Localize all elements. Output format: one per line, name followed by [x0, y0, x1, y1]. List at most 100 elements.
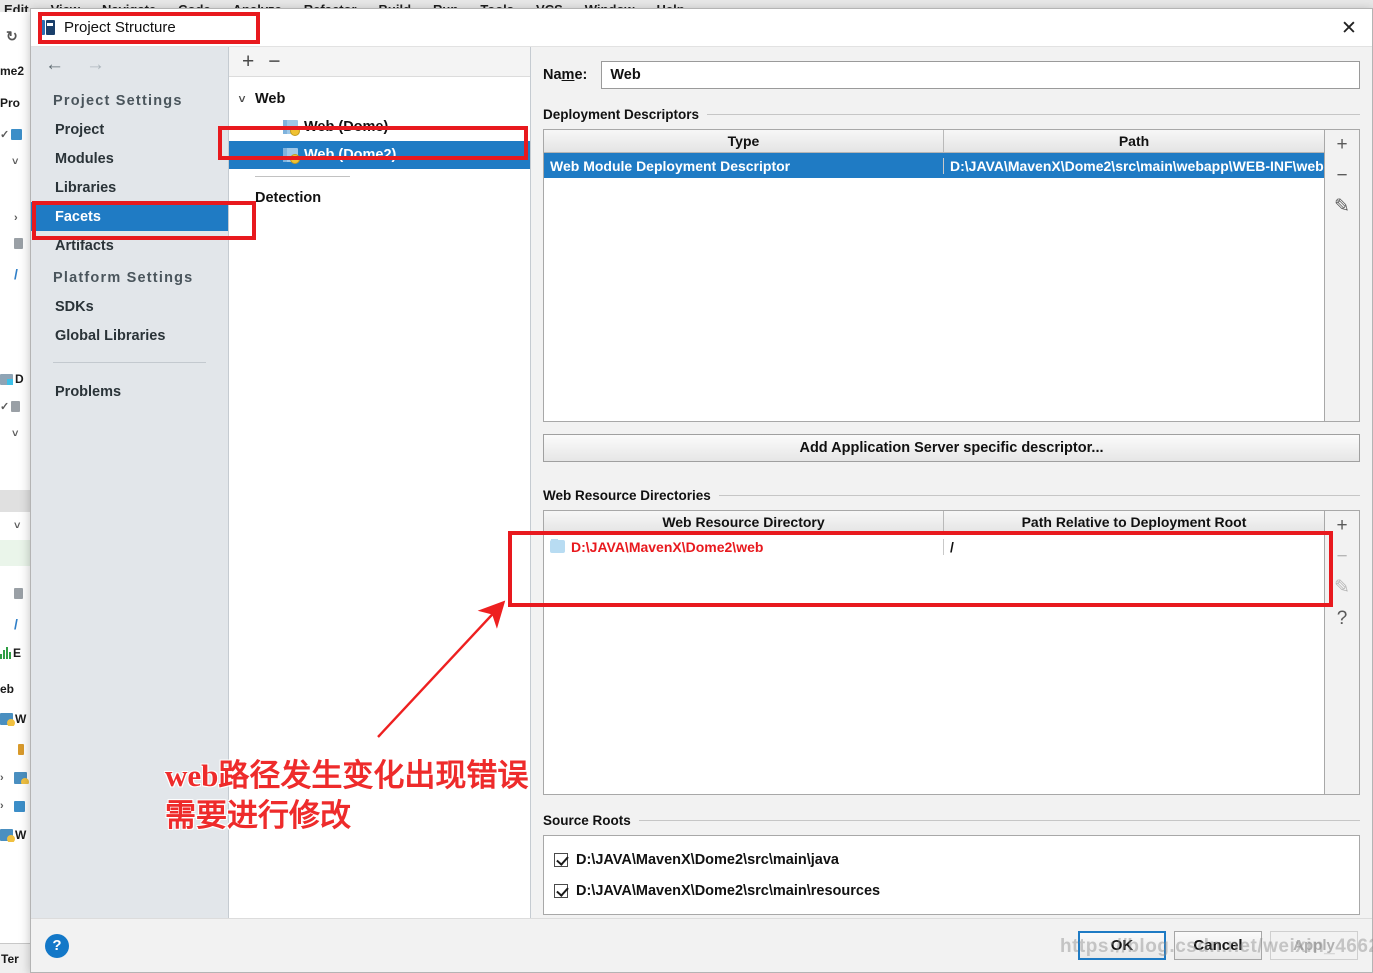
add-icon[interactable]: +	[1336, 135, 1347, 154]
table-header: Type Path	[544, 130, 1324, 153]
sidebar-group-platform-settings: Platform Settings	[53, 270, 194, 286]
ide-tree-row-2[interactable]: ˅	[0, 156, 31, 168]
sidebar-group-project-settings: Project Settings	[53, 93, 183, 109]
ide-tree-row-7[interactable]: ˅	[0, 428, 31, 440]
checkbox-checked-icon[interactable]	[554, 852, 568, 867]
tree-node-label: Web (Dome)	[304, 119, 389, 135]
sidebar-item-facets[interactable]: Facets	[31, 202, 228, 231]
web-resources-table-wrap: Web Resource Directory Path Relative to …	[543, 510, 1360, 795]
dialog-body: ← → Project Settings Project Modules Lib…	[31, 47, 1372, 918]
ok-button[interactable]: OK	[1078, 931, 1166, 960]
chevron-down-icon[interactable]: ˅	[229, 92, 255, 106]
cancel-button[interactable]: Cancel	[1174, 931, 1262, 960]
sidebar-item-sdks[interactable]: SDKs	[31, 292, 228, 321]
project-structure-dialog: Project Structure ✕ ← → Project Settings…	[30, 8, 1373, 973]
edit-pencil-icon[interactable]: ✎	[1334, 578, 1350, 597]
table-row[interactable]: D:\JAVA\MavenX\Dome2\web /	[544, 534, 1324, 559]
ide-project-name-row: me2	[0, 64, 25, 78]
ide-terminal-tab[interactable]: Ter	[0, 943, 31, 973]
help-icon[interactable]: ?	[1337, 609, 1348, 628]
column-header-path-relative[interactable]: Path Relative to Deployment Root	[944, 511, 1324, 533]
add-app-server-descriptor-button[interactable]: Add Application Server specific descript…	[543, 434, 1360, 462]
web-resources-table[interactable]: Web Resource Directory Path Relative to …	[543, 510, 1325, 795]
ide-tree-row-6[interactable]: ✓	[0, 400, 31, 413]
facets-tree-list: ˅ Web Web (Dome) Web (Dome2) Detection	[229, 77, 530, 918]
ide-tree-row-9[interactable]	[0, 588, 31, 599]
sidebar-nav-arrows: ← →	[31, 47, 228, 83]
chart-bars-icon	[0, 647, 11, 659]
ide-tree-row-1[interactable]: ✓	[0, 128, 31, 141]
source-root-label: D:\JAVA\MavenX\Dome2\src\main\java	[576, 851, 839, 868]
dialog-titlebar: Project Structure ✕	[31, 9, 1372, 47]
sidebar-item-artifacts[interactable]: Artifacts	[31, 231, 228, 260]
source-root-item-resources[interactable]: D:\JAVA\MavenX\Dome2\src\main\resources	[554, 875, 1349, 906]
arrow-right-icon[interactable]: →	[86, 54, 105, 76]
cell-path: D:\JAVA\MavenX\Dome2\src\main\webapp\WEB…	[950, 157, 1324, 174]
tree-node-label: Web	[255, 91, 286, 107]
sidebar-divider	[53, 362, 206, 363]
close-icon[interactable]: ✕	[1326, 9, 1372, 47]
cell-web-resource-directory: D:\JAVA\MavenX\Dome2\web	[544, 538, 944, 555]
sidebar-item-modules[interactable]: Modules	[31, 144, 228, 173]
cell-type: Web Module Deployment Descriptor	[544, 157, 944, 174]
module-icon	[0, 713, 15, 726]
sidebar-item-libraries[interactable]: Libraries	[31, 173, 228, 202]
column-header-web-resource-directory[interactable]: Web Resource Directory	[544, 511, 944, 533]
deployment-side-toolbar: + − ✎	[1325, 129, 1360, 422]
apply-button[interactable]: Apply	[1270, 931, 1358, 960]
cell-relative-path: /	[950, 538, 954, 555]
intellij-logo-icon	[39, 19, 56, 36]
ide-tree-row-8[interactable]: ˅	[0, 520, 31, 532]
tree-node-web-dome2[interactable]: Web (Dome2)	[229, 141, 530, 169]
column-header-path[interactable]: Path	[944, 130, 1324, 152]
facet-name-input[interactable]	[601, 61, 1360, 89]
deployment-descriptors-title: Deployment Descriptors	[543, 107, 1360, 122]
edit-pencil-icon[interactable]: ✎	[1334, 197, 1350, 216]
checkbox-checked-icon[interactable]	[554, 883, 568, 898]
add-facet-icon[interactable]: +	[242, 51, 254, 72]
ide-tree-header-row: Pro	[0, 96, 21, 110]
tree-node-web-group[interactable]: ˅ Web	[229, 85, 530, 113]
menu-item-edit[interactable]: Edit	[4, 2, 29, 12]
table-header: Web Resource Directory Path Relative to …	[544, 511, 1324, 534]
ide-tree-row-3[interactable]: ›	[0, 212, 31, 224]
remove-facet-icon[interactable]: −	[268, 51, 280, 72]
source-roots-title: Source Roots	[543, 813, 1360, 828]
source-roots-box: D:\JAVA\MavenX\Dome2\src\main\java D:\JA…	[543, 835, 1360, 915]
remove-icon[interactable]: −	[1336, 166, 1347, 185]
tree-node-web-dome[interactable]: Web (Dome)	[229, 113, 530, 141]
ide-project-tool-window[interactable]: ↻ me2 Pro ✓ ˅ › / D ✓ ˅ ˅ / E eb W › › W…	[0, 20, 32, 973]
sidebar-item-problems[interactable]: Problems	[31, 377, 228, 406]
source-root-item-java[interactable]: D:\JAVA\MavenX\Dome2\src\main\java	[554, 844, 1349, 875]
ide-tree-row-folder[interactable]: D	[0, 372, 31, 386]
arrow-left-icon[interactable]: ←	[45, 54, 64, 76]
ide-module-child-3[interactable]: ›	[0, 800, 31, 812]
remove-icon[interactable]: −	[1336, 547, 1347, 566]
deployment-descriptors-table[interactable]: Type Path Web Module Deployment Descript…	[543, 129, 1325, 422]
ide-editor-tabstrip	[0, 490, 31, 512]
ide-web-label-row: eb	[0, 682, 15, 696]
facet-name-row: Name:	[531, 61, 1372, 89]
dialog-title: Project Structure	[64, 19, 176, 36]
facets-tree-pane: + − ˅ Web Web (Dome) Web (Dome2) Detecti…	[229, 47, 531, 918]
ide-tree-row-10[interactable]: /	[0, 616, 31, 632]
ide-module-child-2[interactable]: ›	[0, 772, 31, 784]
table-row[interactable]: Web Module Deployment Descriptor D:\JAVA…	[544, 153, 1324, 178]
ide-module-child-1[interactable]	[0, 744, 31, 755]
ide-database-row[interactable]: E	[0, 646, 31, 660]
tree-node-detection[interactable]: Detection	[229, 184, 530, 212]
ide-tree-row-4[interactable]	[0, 238, 31, 249]
screenshot-root: Edit View Navigate Code Analyze Refactor…	[0, 0, 1373, 973]
ide-tree-row-5[interactable]: /	[0, 266, 31, 282]
deployment-descriptors-table-wrap: Type Path Web Module Deployment Descript…	[543, 129, 1360, 422]
column-header-type[interactable]: Type	[544, 130, 944, 152]
facet-icon	[283, 148, 300, 164]
settings-sidebar: ← → Project Settings Project Modules Lib…	[31, 47, 229, 918]
facet-icon	[283, 120, 300, 136]
sidebar-item-project[interactable]: Project	[31, 115, 228, 144]
help-icon[interactable]: ?	[45, 933, 69, 958]
sidebar-item-global-libraries[interactable]: Global Libraries	[31, 321, 228, 350]
ide-module-row-1[interactable]: W	[0, 712, 31, 726]
ide-module-row-2[interactable]: W	[0, 828, 31, 842]
add-icon[interactable]: +	[1336, 516, 1347, 535]
